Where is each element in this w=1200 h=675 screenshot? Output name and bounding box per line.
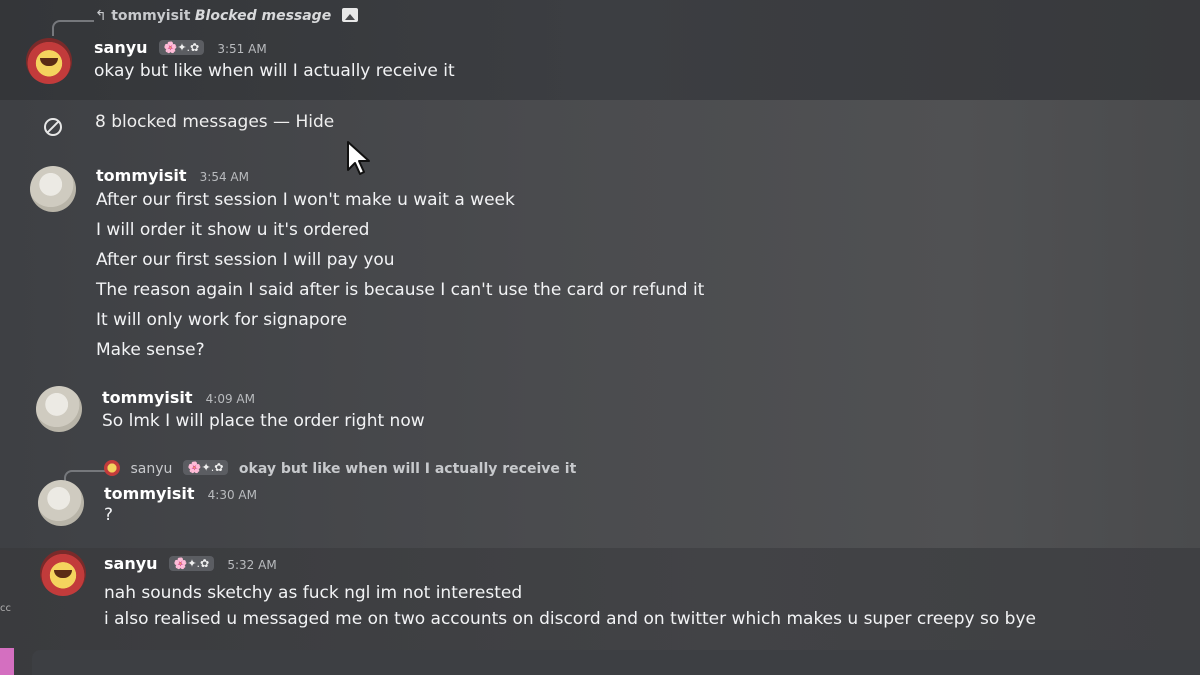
username[interactable]: tommyisit	[96, 166, 187, 185]
message-line: i also realised u messaged me on two acc…	[104, 609, 1036, 629]
message-line: The reason again I said after is because…	[96, 280, 705, 300]
edge-text: cc	[0, 603, 11, 614]
reply-avatar	[104, 460, 120, 476]
reply-preview[interactable]: sanyu 🌸✦.✿ okay but like when will I act…	[104, 460, 576, 477]
timestamp: 5:32 AM	[227, 558, 277, 572]
reply-arrow-icon: ↰	[95, 8, 107, 24]
username[interactable]: tommyisit	[104, 484, 195, 503]
block-icon	[44, 118, 62, 136]
message-line: nah sounds sketchy as fuck ngl im not in…	[104, 583, 523, 603]
reply-text: Blocked message	[194, 8, 332, 24]
message-line: After our first session I won't make u w…	[96, 190, 515, 210]
avatar[interactable]	[26, 38, 72, 84]
message-text: So lmk I will place the order right now	[102, 411, 425, 431]
reply-preview[interactable]: ↰ tommyisit Blocked message	[95, 8, 358, 24]
message-line: I will order it show u it's ordered	[96, 220, 370, 240]
avatar[interactable]	[30, 166, 76, 212]
image-icon	[341, 8, 358, 22]
username[interactable]: tommyisit	[102, 388, 193, 407]
reply-author[interactable]: sanyu	[130, 461, 172, 477]
message-line: Make sense?	[96, 340, 205, 360]
avatar[interactable]	[40, 550, 86, 596]
message-text: okay but like when will I actually recei…	[94, 61, 455, 81]
message-line: It will only work for signapore	[96, 310, 348, 330]
user-badge: 🌸✦.✿	[182, 460, 229, 475]
user-badge: 🌸✦.✿	[158, 40, 205, 55]
user-badge: 🌸✦.✿	[168, 556, 215, 571]
reply-author[interactable]: tommyisit	[111, 8, 190, 24]
username[interactable]: sanyu	[104, 554, 158, 573]
timestamp: 4:30 AM	[207, 488, 257, 502]
sidebar-edge	[0, 648, 14, 675]
message-input[interactable]	[32, 650, 1200, 675]
avatar[interactable]	[36, 386, 82, 432]
reply-text: okay but like when will I actually recei…	[238, 461, 577, 477]
message-text: ?	[104, 505, 114, 525]
message-line: After our first session I will pay you	[96, 250, 395, 270]
chat-screen: ↰ tommyisit Blocked message sanyu 🌸✦.✿ 3…	[0, 0, 1200, 675]
timestamp: 3:51 AM	[217, 42, 267, 56]
username[interactable]: sanyu	[94, 38, 148, 57]
blocked-messages-text[interactable]: 8 blocked messages — Hide	[95, 112, 334, 132]
timestamp: 3:54 AM	[199, 170, 249, 184]
timestamp: 4:09 AM	[205, 392, 255, 406]
reply-connector	[52, 20, 94, 36]
mouse-cursor-icon	[347, 141, 370, 175]
avatar[interactable]	[38, 480, 84, 526]
